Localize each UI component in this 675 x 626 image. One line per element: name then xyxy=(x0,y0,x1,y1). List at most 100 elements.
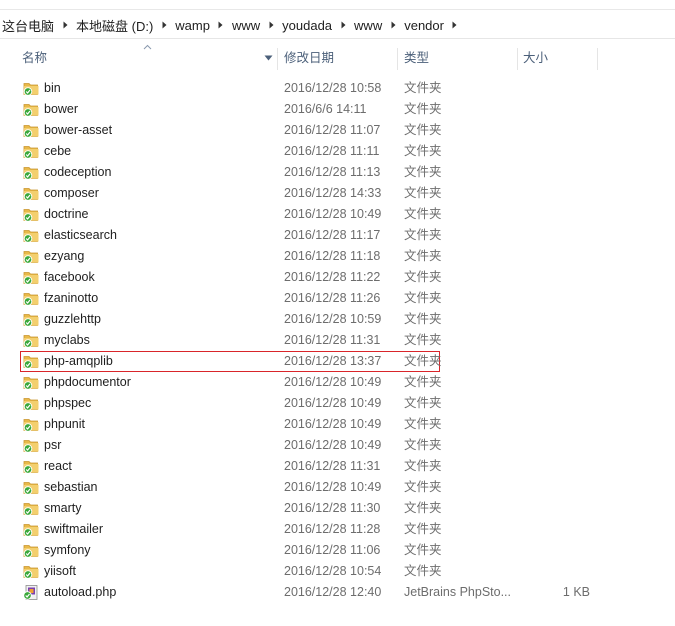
folder-row[interactable]: phpspec 2016/12/28 10:49 文件夹 xyxy=(20,393,442,414)
chevron-right-icon[interactable] xyxy=(446,21,464,29)
column-header-type[interactable]: 类型 xyxy=(404,44,516,72)
file-modified-date: 2016/12/28 11:18 xyxy=(284,249,381,263)
file-type: 文件夹 xyxy=(404,543,442,557)
folder-row[interactable]: phpunit 2016/12/28 10:49 文件夹 xyxy=(20,414,442,435)
folder-row[interactable]: ezyang 2016/12/28 11:18 文件夹 xyxy=(20,246,442,267)
folder-row[interactable]: symfony 2016/12/28 11:06 文件夹 xyxy=(20,540,442,561)
breadcrumb-item[interactable]: 这台电脑 xyxy=(0,16,56,35)
folder-row[interactable]: bower-asset 2016/12/28 11:07 文件夹 xyxy=(20,120,442,141)
folder-row[interactable]: bin 2016/12/28 10:58 文件夹 xyxy=(20,78,442,99)
folder-icon xyxy=(23,354,39,369)
column-divider[interactable] xyxy=(517,48,518,70)
column-filter-dropdown-icon[interactable] xyxy=(264,55,273,61)
column-header-row: 名称 修改日期 类型 大小 xyxy=(0,44,675,72)
folder-row[interactable]: guzzlehttp 2016/12/28 10:59 文件夹 xyxy=(20,309,442,330)
folder-icon xyxy=(23,501,39,516)
folder-row[interactable]: myclabs 2016/12/28 11:31 文件夹 xyxy=(20,330,442,351)
folder-row[interactable]: php-amqplib 2016/12/28 13:37 文件夹 xyxy=(20,351,442,372)
column-divider[interactable] xyxy=(397,48,398,70)
breadcrumb-item[interactable]: wamp xyxy=(173,18,212,33)
breadcrumb-item[interactable]: vendor xyxy=(402,18,446,33)
column-divider[interactable] xyxy=(277,48,278,70)
file-name: swiftmailer xyxy=(44,522,104,536)
folder-row[interactable]: fzaninotto 2016/12/28 11:26 文件夹 xyxy=(20,288,442,309)
folder-row[interactable]: codeception 2016/12/28 11:13 文件夹 xyxy=(20,162,442,183)
file-modified-date: 2016/12/28 11:13 xyxy=(284,165,381,179)
file-name: smarty xyxy=(44,501,82,515)
folder-icon xyxy=(23,417,39,432)
folder-icon xyxy=(23,375,39,390)
chevron-right-icon[interactable] xyxy=(56,21,74,29)
folder-row[interactable]: facebook 2016/12/28 11:22 文件夹 xyxy=(20,267,442,288)
chevron-right-icon[interactable] xyxy=(262,21,280,29)
file-type: 文件夹 xyxy=(404,312,442,326)
folder-row[interactable]: sebastian 2016/12/28 10:49 文件夹 xyxy=(20,477,442,498)
file-name: phpdocumentor xyxy=(44,375,131,389)
file-modified-date: 2016/12/28 10:54 xyxy=(284,564,382,578)
chevron-right-icon[interactable] xyxy=(212,21,230,29)
file-modified-date: 2016/12/28 11:17 xyxy=(284,228,381,242)
file-modified-date: 2016/6/6 14:11 xyxy=(284,102,367,116)
breadcrumb-item[interactable]: youdada xyxy=(280,18,334,33)
file-modified-date: 2016/12/28 10:58 xyxy=(284,81,382,95)
file-name: doctrine xyxy=(44,207,89,221)
file-name: ezyang xyxy=(44,249,85,263)
folder-row[interactable]: yiisoft 2016/12/28 10:54 文件夹 xyxy=(20,561,442,582)
folder-row[interactable]: cebe 2016/12/28 11:11 文件夹 xyxy=(20,141,442,162)
folder-icon xyxy=(23,396,39,411)
folder-icon xyxy=(23,123,39,138)
file-type: 文件夹 xyxy=(404,123,442,137)
folder-icon xyxy=(23,312,39,327)
file-type: 文件夹 xyxy=(404,186,442,200)
file-row[interactable]: autoload.php 2016/12/28 12:40 JetBrains Ph… xyxy=(20,582,590,603)
file-name: psr xyxy=(44,438,62,452)
file-name: bin xyxy=(44,81,61,95)
file-name: react xyxy=(44,459,72,473)
file-name: symfony xyxy=(44,543,91,557)
file-type: 文件夹 xyxy=(404,564,442,578)
folder-row[interactable]: smarty 2016/12/28 11:30 文件夹 xyxy=(20,498,442,519)
file-modified-date: 2016/12/28 10:59 xyxy=(284,312,382,326)
file-type: JetBrains PhpSto... xyxy=(404,585,512,599)
folder-icon xyxy=(23,480,39,495)
file-type: 文件夹 xyxy=(404,81,442,95)
folder-row[interactable]: phpdocumentor 2016/12/28 10:49 文件夹 xyxy=(20,372,442,393)
folder-row[interactable]: doctrine 2016/12/28 10:49 文件夹 xyxy=(20,204,442,225)
column-header-size[interactable]: 大小 xyxy=(523,44,597,72)
file-modified-date: 2016/12/28 11:06 xyxy=(284,543,381,557)
address-bar[interactable]: 这台电脑 本地磁盘 (D:) wamp www youdada www vendor xyxy=(0,9,675,39)
file-name: autoload.php xyxy=(44,585,117,599)
file-modified-date: 2016/12/28 11:26 xyxy=(284,291,381,305)
file-modified-date: 2016/12/28 11:11 xyxy=(284,144,380,158)
file-modified-date: 2016/12/28 14:33 xyxy=(284,186,382,200)
file-modified-date: 2016/12/28 10:49 xyxy=(284,480,382,494)
folder-icon xyxy=(23,144,39,159)
file-modified-date: 2016/12/28 11:22 xyxy=(284,270,381,284)
file-size: 1 KB xyxy=(562,585,590,599)
chevron-right-icon[interactable] xyxy=(155,21,173,29)
folder-row[interactable]: bower 2016/6/6 14:11 文件夹 xyxy=(20,99,442,120)
column-divider[interactable] xyxy=(597,48,598,70)
folder-row[interactable]: react 2016/12/28 11:31 文件夹 xyxy=(20,456,442,477)
folder-icon xyxy=(23,249,39,264)
folder-row[interactable]: elasticsearch 2016/12/28 11:17 文件夹 xyxy=(20,225,442,246)
folder-row[interactable]: swiftmailer 2016/12/28 11:28 文件夹 xyxy=(20,519,442,540)
chevron-right-icon[interactable] xyxy=(384,21,402,29)
chevron-right-icon[interactable] xyxy=(334,21,352,29)
breadcrumb-item[interactable]: www xyxy=(352,18,384,33)
file-name: bower xyxy=(44,102,79,116)
folder-icon xyxy=(23,102,39,117)
file-name: codeception xyxy=(44,165,112,179)
file-modified-date: 2016/12/28 11:28 xyxy=(284,522,381,536)
file-type: 文件夹 xyxy=(404,228,442,242)
folder-icon xyxy=(23,543,39,558)
folder-icon xyxy=(23,564,39,579)
file-type: 文件夹 xyxy=(404,144,442,158)
breadcrumb-item[interactable]: www xyxy=(230,18,262,33)
folder-row[interactable]: composer 2016/12/28 14:33 文件夹 xyxy=(20,183,442,204)
column-header-date[interactable]: 修改日期 xyxy=(284,44,396,72)
breadcrumb-item[interactable]: 本地磁盘 (D:) xyxy=(74,16,155,35)
file-name: phpspec xyxy=(44,396,92,410)
folder-row[interactable]: psr 2016/12/28 10:49 文件夹 xyxy=(20,435,442,456)
folder-icon xyxy=(23,459,39,474)
